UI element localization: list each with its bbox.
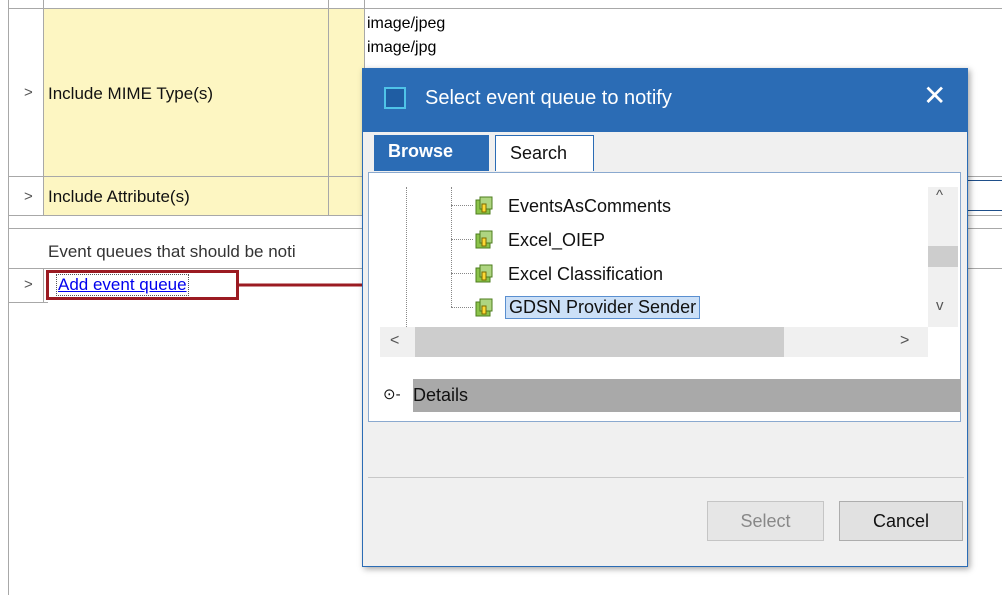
expand-chevron-icon[interactable]: > bbox=[24, 276, 33, 293]
details-expander[interactable] bbox=[413, 379, 961, 412]
dialog-title: Select event queue to notify bbox=[425, 87, 672, 109]
scroll-down-icon[interactable]: v bbox=[936, 297, 944, 314]
dialog-titlebar[interactable]: Select event queue to notify ✕ bbox=[363, 69, 967, 132]
divider bbox=[368, 477, 964, 478]
details-expand-icon[interactable]: ⊙- bbox=[383, 385, 401, 403]
horizontal-scrollbar[interactable]: < > bbox=[380, 327, 928, 357]
close-icon[interactable]: ✕ bbox=[923, 81, 946, 111]
event-queue-node-icon bbox=[475, 264, 493, 283]
scroll-up-icon[interactable]: ^ bbox=[936, 187, 943, 204]
mime-value-jpg: image/jpg bbox=[367, 39, 437, 56]
details-label[interactable]: Details bbox=[413, 385, 468, 406]
select-button[interactable]: Select bbox=[707, 501, 824, 541]
event-queue-node-icon bbox=[475, 298, 493, 317]
event-queue-tree[interactable]: EventsAsComments Excel_OIEP Excel Classi… bbox=[369, 173, 929, 328]
mime-row-value-cell bbox=[329, 8, 364, 176]
tree-item-label: GDSN Provider Sender bbox=[505, 296, 701, 319]
select-event-queue-dialog: Select event queue to notify ✕ Browse Se… bbox=[362, 68, 968, 567]
tree-item-label: Excel Classification bbox=[508, 264, 664, 284]
tree-item-label: Excel_OIEP bbox=[508, 230, 606, 250]
scroll-right-icon[interactable]: > bbox=[900, 332, 909, 350]
add-event-queue-link[interactable]: Add event queue bbox=[56, 274, 189, 296]
browse-panel: EventsAsComments Excel_OIEP Excel Classi… bbox=[368, 172, 961, 422]
mime-value-jpeg: image/jpeg bbox=[367, 15, 446, 32]
cancel-button[interactable]: Cancel bbox=[839, 501, 963, 541]
event-queue-node-icon bbox=[475, 230, 493, 249]
scroll-left-icon[interactable]: < bbox=[390, 332, 399, 350]
tab-browse[interactable]: Browse bbox=[374, 135, 489, 171]
tree-item-label: EventsAsComments bbox=[508, 196, 672, 216]
expand-chevron-icon[interactable]: > bbox=[24, 188, 33, 205]
horizontal-scroll-thumb[interactable] bbox=[415, 327, 784, 357]
event-queues-description: Event queues that should be noti bbox=[48, 242, 296, 261]
mime-types-label: Include MIME Type(s) bbox=[48, 84, 214, 103]
vertical-scrollbar[interactable]: ^ v bbox=[928, 187, 958, 327]
attribute-row-value-cell bbox=[329, 177, 364, 215]
vertical-scroll-thumb[interactable] bbox=[928, 246, 958, 267]
window-icon bbox=[384, 87, 406, 109]
expand-chevron-icon[interactable]: > bbox=[24, 84, 33, 101]
tab-search[interactable]: Search bbox=[495, 135, 594, 171]
attributes-label: Include Attribute(s) bbox=[48, 187, 190, 206]
event-queue-node-icon bbox=[475, 196, 493, 215]
